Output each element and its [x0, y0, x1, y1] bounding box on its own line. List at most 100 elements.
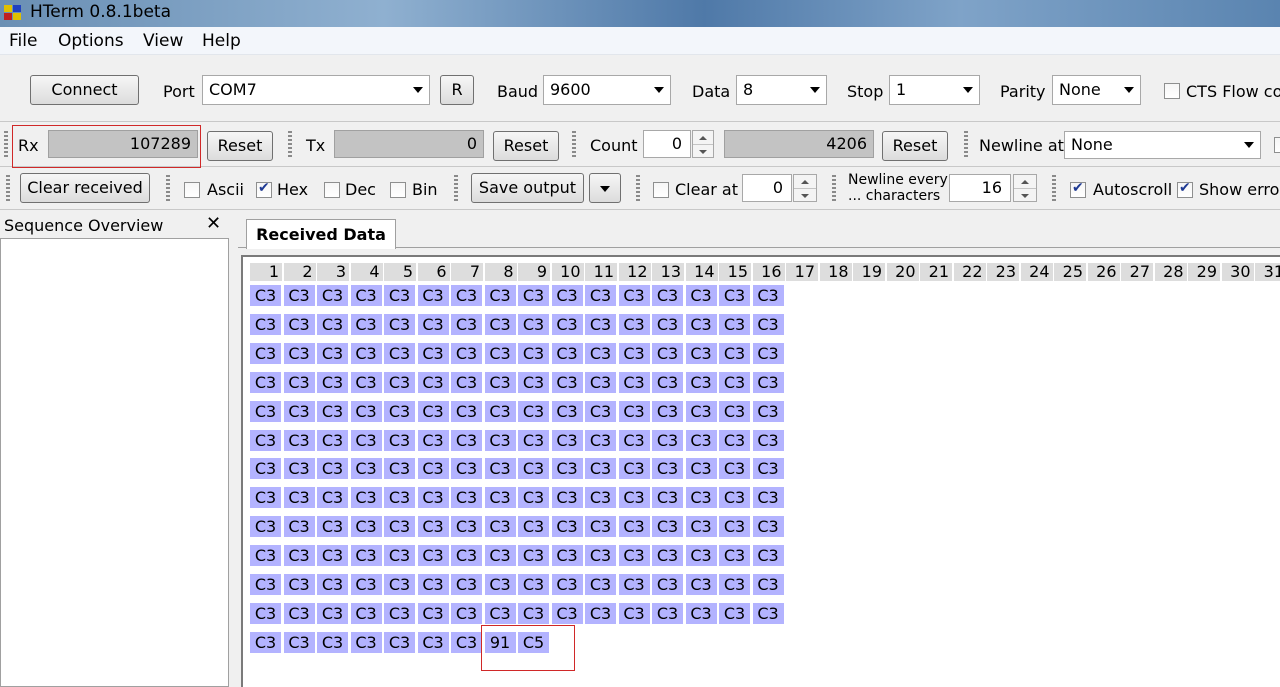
byte-cell[interactable]: C3 [317, 545, 348, 567]
spin-up-icon[interactable] [794, 175, 816, 188]
byte-cell[interactable]: C3 [384, 313, 415, 335]
byte-cell[interactable]: C3 [551, 458, 583, 480]
byte-cell[interactable]: C3 [250, 371, 281, 393]
save-output-button[interactable]: Save output [471, 173, 584, 203]
byte-cell[interactable]: C3 [417, 574, 449, 595]
toolbar-grip[interactable] [454, 175, 458, 203]
byte-cell[interactable]: C3 [417, 342, 449, 364]
toolbar-grip[interactable] [636, 175, 640, 203]
byte-cell[interactable]: C3 [585, 545, 616, 567]
byte-cell[interactable]: C3 [719, 400, 750, 422]
byte-cell[interactable]: C3 [451, 400, 482, 422]
byte-cell[interactable]: C3 [752, 400, 784, 422]
byte-cell[interactable]: C3 [752, 602, 784, 624]
byte-cell[interactable]: C3 [518, 602, 549, 624]
byte-cell[interactable]: C3 [551, 313, 583, 335]
byte-cell[interactable]: C3 [417, 429, 449, 451]
byte-cell[interactable]: C3 [585, 285, 616, 306]
byte-cell[interactable]: C3 [652, 371, 683, 393]
show-errors-checkbox[interactable] [1177, 180, 1193, 198]
byte-cell[interactable]: C3 [250, 429, 281, 451]
byte-cell[interactable]: C3 [250, 342, 281, 364]
byte-cell[interactable]: C3 [752, 545, 784, 567]
byte-cell[interactable]: C3 [384, 400, 415, 422]
byte-cell[interactable]: C3 [518, 400, 549, 422]
byte-cell[interactable]: C3 [250, 602, 281, 624]
clear-received-button[interactable]: Clear received [20, 173, 150, 203]
byte-cell[interactable]: C3 [585, 429, 616, 451]
save-output-dropdown[interactable] [589, 173, 621, 203]
byte-cell[interactable]: C3 [384, 574, 415, 595]
byte-cell[interactable]: C3 [417, 631, 449, 653]
byte-cell[interactable]: C3 [551, 574, 583, 595]
byte-cell[interactable]: C3 [417, 602, 449, 624]
byte-cell[interactable]: C3 [283, 313, 315, 335]
byte-cell[interactable]: C3 [752, 516, 784, 538]
byte-cell[interactable]: C3 [317, 429, 348, 451]
toolbar-grip[interactable] [4, 131, 8, 159]
byte-cell[interactable]: C3 [484, 313, 516, 335]
byte-cell[interactable]: C3 [384, 602, 415, 624]
byte-cell[interactable]: C3 [384, 429, 415, 451]
byte-cell[interactable]: C3 [350, 342, 382, 364]
byte-cell[interactable]: C3 [250, 313, 281, 335]
byte-cell[interactable]: C3 [652, 574, 683, 595]
byte-cell[interactable]: C3 [719, 313, 750, 335]
byte-cell[interactable]: C3 [685, 371, 717, 393]
byte-cell[interactable]: C3 [618, 545, 650, 567]
menu-options[interactable]: Options [58, 31, 124, 51]
byte-cell[interactable]: C3 [283, 400, 315, 422]
dec-checkbox[interactable] [324, 182, 340, 198]
byte-cell[interactable]: C3 [317, 458, 348, 480]
byte-cell[interactable]: C3 [484, 429, 516, 451]
byte-cell[interactable]: C3 [618, 602, 650, 624]
byte-cell[interactable]: C3 [250, 516, 281, 538]
byte-cell[interactable]: C3 [317, 602, 348, 624]
cts-flow-checkbox[interactable] [1164, 83, 1180, 99]
byte-cell[interactable]: C3 [618, 342, 650, 364]
parity-select[interactable]: None [1052, 75, 1141, 105]
byte-cell[interactable]: C3 [384, 545, 415, 567]
clear-at-input[interactable]: 0 [742, 174, 792, 202]
byte-cell[interactable]: C3 [551, 545, 583, 567]
byte-cell[interactable]: C3 [484, 545, 516, 567]
byte-cell[interactable]: C3 [585, 458, 616, 480]
byte-cell[interactable]: C3 [317, 342, 348, 364]
byte-cell[interactable]: C3 [685, 487, 717, 509]
byte-cell[interactable]: C3 [551, 371, 583, 393]
toolbar-grip[interactable] [964, 131, 968, 159]
byte-cell[interactable]: C3 [719, 371, 750, 393]
byte-cell[interactable]: C3 [451, 371, 482, 393]
toolbar-grip[interactable] [6, 175, 10, 203]
byte-cell[interactable]: C3 [384, 458, 415, 480]
menu-view[interactable]: View [143, 31, 183, 51]
byte-cell[interactable]: C3 [250, 631, 281, 653]
byte-cell[interactable]: C3 [685, 342, 717, 364]
byte-cell[interactable]: C3 [384, 487, 415, 509]
baud-select[interactable]: 9600 [543, 75, 671, 105]
byte-cell[interactable]: C3 [350, 371, 382, 393]
byte-cell[interactable]: C3 [283, 285, 315, 306]
byte-cell[interactable]: C3 [752, 429, 784, 451]
data-bits-select[interactable]: 8 [736, 75, 827, 105]
byte-cell[interactable]: C3 [451, 545, 482, 567]
byte-cell[interactable]: C3 [652, 487, 683, 509]
byte-cell[interactable]: C3 [250, 285, 281, 306]
byte-cell[interactable]: C3 [484, 458, 516, 480]
toolbar-grip[interactable] [166, 175, 170, 203]
byte-cell[interactable]: C3 [250, 487, 281, 509]
menu-file[interactable]: File [9, 31, 37, 51]
panel-splitter[interactable] [230, 212, 238, 687]
byte-cell[interactable]: C3 [618, 285, 650, 306]
byte-cell[interactable]: C3 [451, 342, 482, 364]
bin-checkbox[interactable] [390, 182, 406, 198]
byte-cell[interactable]: C3 [652, 545, 683, 567]
byte-cell[interactable]: C3 [585, 400, 616, 422]
connect-button[interactable]: Connect [30, 75, 139, 105]
byte-cell[interactable]: C3 [518, 516, 549, 538]
byte-cell[interactable]: C3 [350, 516, 382, 538]
toolbar-grip[interactable] [288, 131, 292, 159]
byte-cell[interactable]: C3 [317, 574, 348, 595]
rx-reset-button[interactable]: Reset [207, 131, 273, 161]
byte-cell[interactable]: C3 [685, 400, 717, 422]
